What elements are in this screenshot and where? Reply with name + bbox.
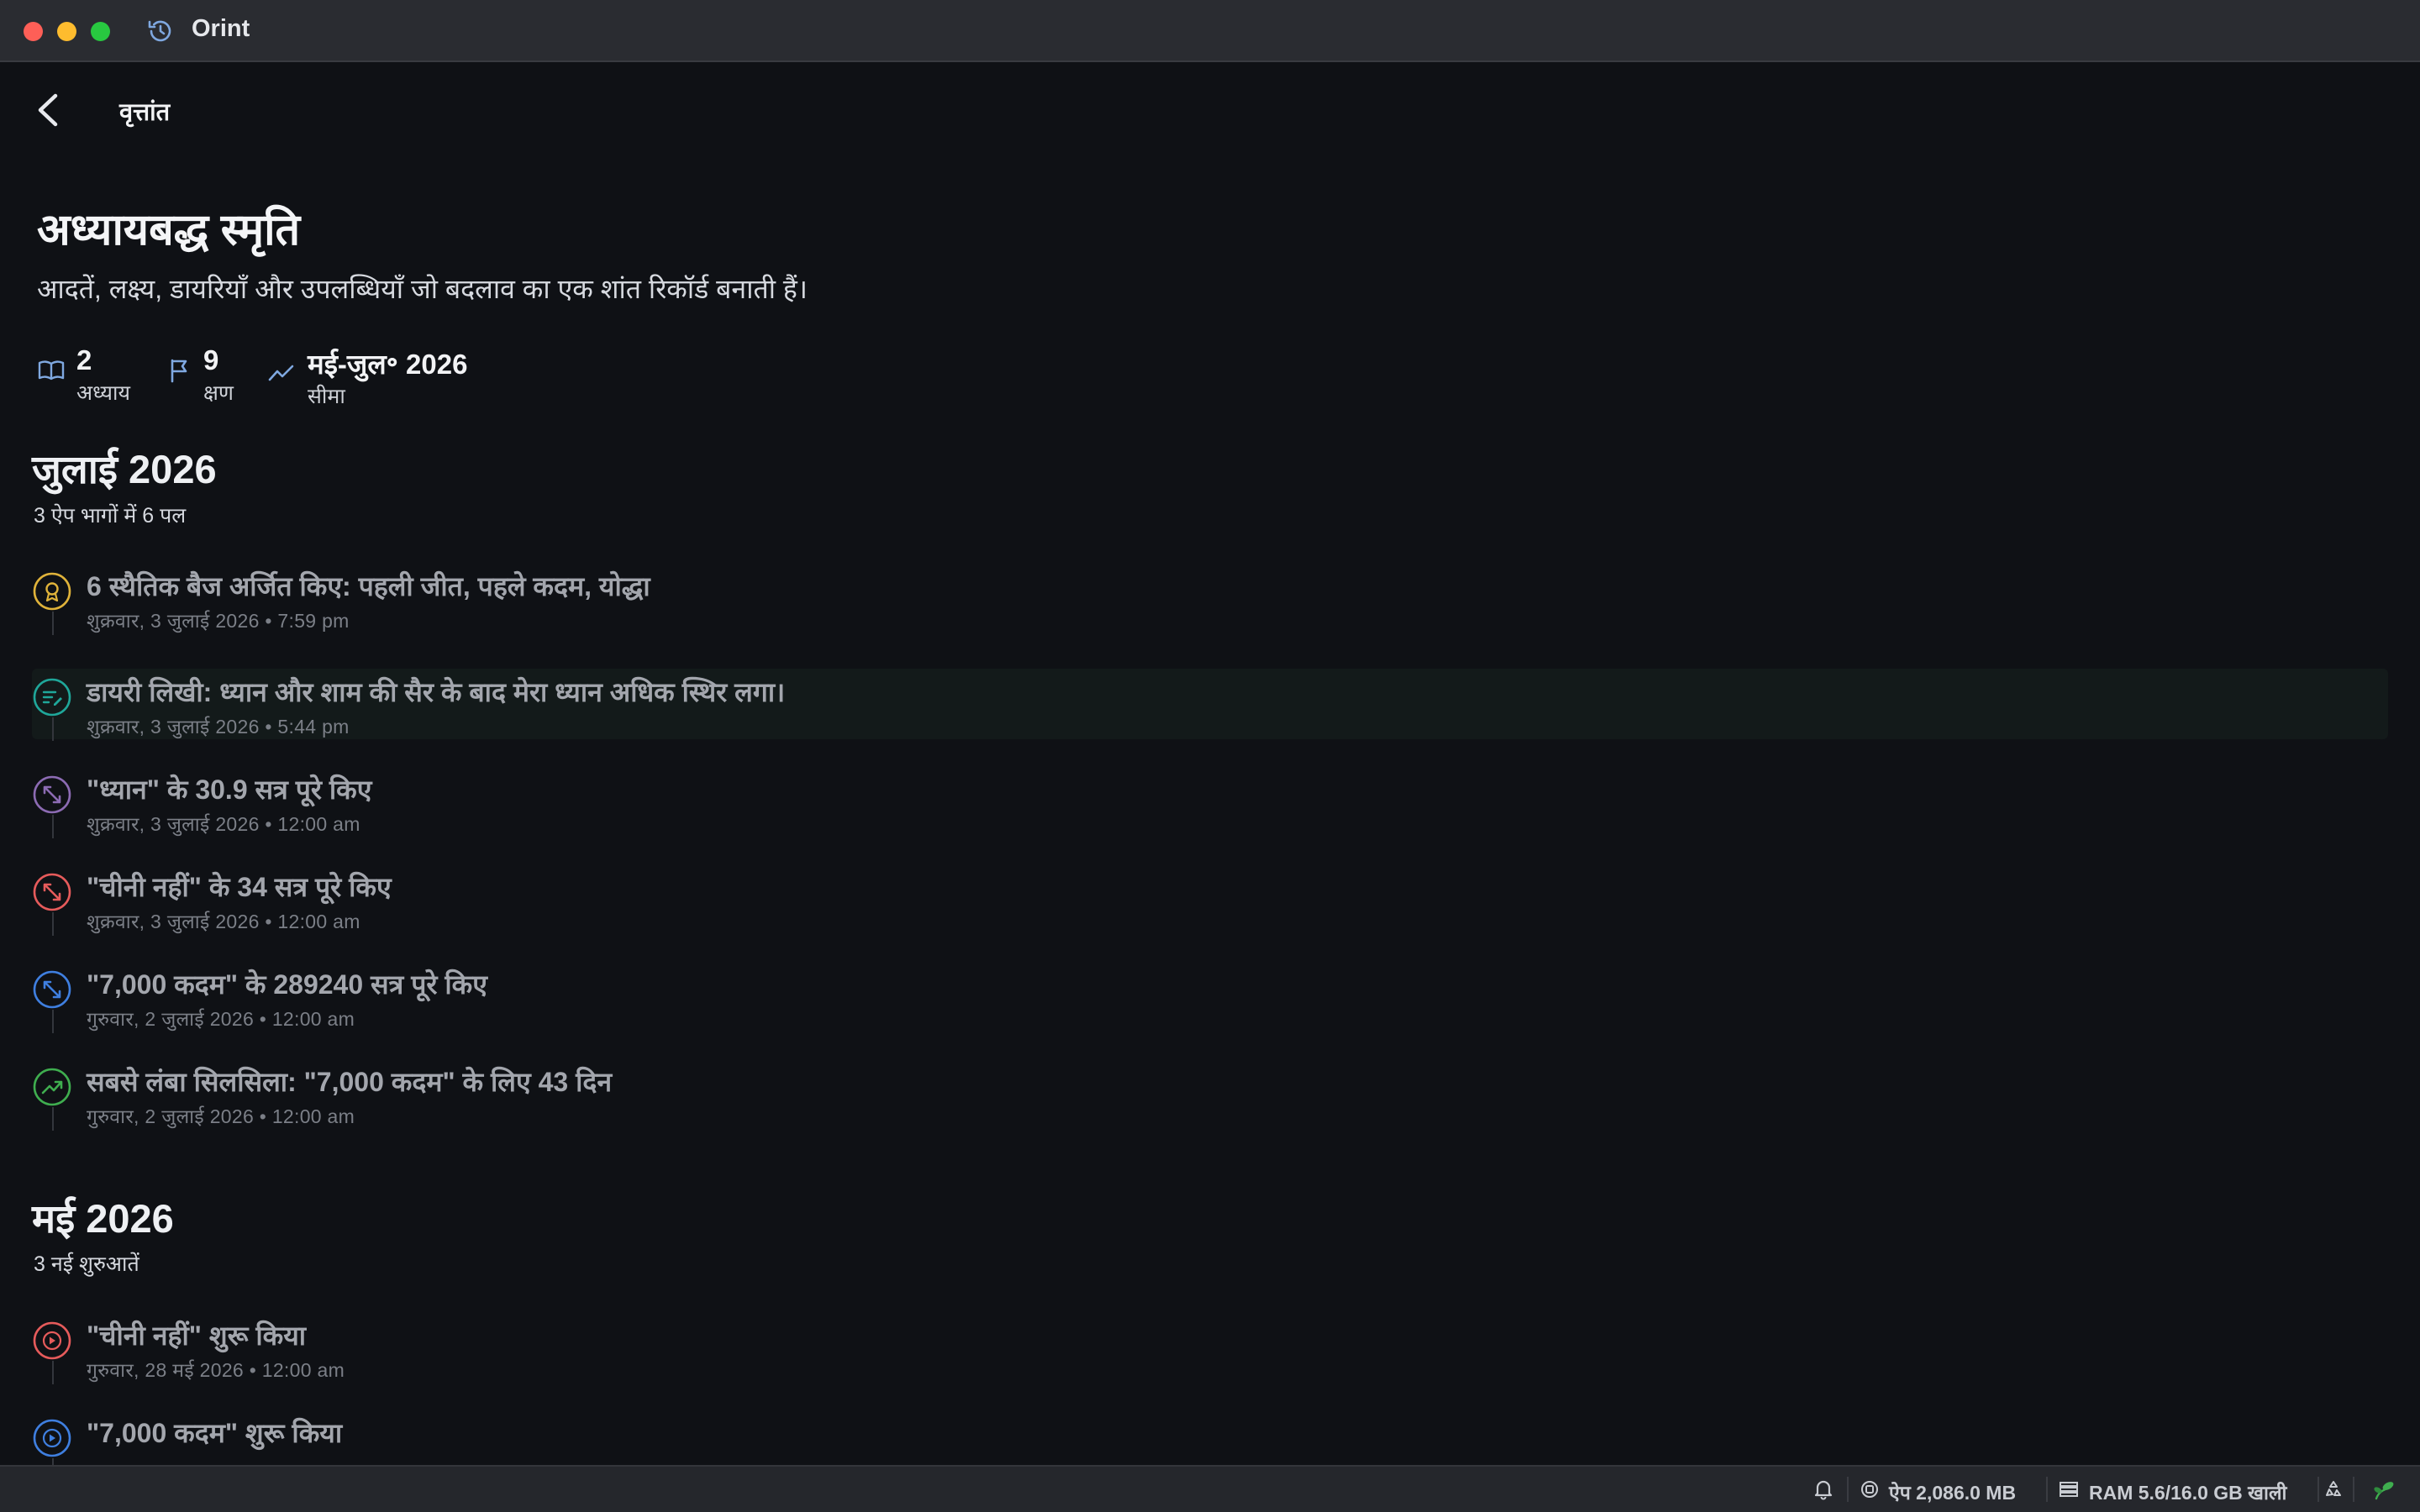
section-subtitle: 3 ऐप भागों में 6 पल (34, 504, 187, 528)
timeline-item[interactable]: "चीनी नहीं" के 34 सत्र पूरे किए शुक्रवार… (32, 864, 2388, 936)
stat-label: अध्याय (76, 381, 130, 405)
stat-label: क्षण (203, 381, 234, 405)
trend-up-icon (33, 1068, 71, 1106)
section-subtitle: 3 नई शुरुआतें (34, 1252, 139, 1276)
timeline-connector (52, 1361, 54, 1384)
item-title: "ध्यान" के 30.9 सत्र पूरे किए (87, 774, 372, 805)
status-divider (2317, 1477, 2319, 1502)
close-window-button[interactable] (24, 22, 43, 41)
status-divider (2353, 1477, 2354, 1502)
page-title: अध्यायबद्ध स्मृति (37, 206, 301, 255)
bell-icon[interactable] (1812, 1478, 1834, 1500)
back-button[interactable] (30, 89, 67, 131)
item-date: शुक्रवार, 3 जुलाई 2026 • 5:44 pm (87, 716, 350, 738)
arrows-icon (33, 873, 71, 911)
item-title: "चीनी नहीं" शुरू किया (87, 1320, 307, 1351)
timeline-connector (52, 1458, 54, 1465)
item-date: गुरुवार, 2 जुलाई 2026 • 12:00 am (87, 1105, 355, 1127)
ram-readout: RAM 5.6/16.0 GB खाली (2089, 1482, 2287, 1504)
nav-title: वृत्तांत (119, 99, 171, 126)
app-title: Orint (192, 15, 250, 42)
timeline-connector (52, 612, 54, 635)
section-title: जुलाई 2026 (32, 447, 217, 491)
timeline-connector (52, 1107, 54, 1131)
cpu-icon (1861, 1481, 1878, 1498)
timeline-item[interactable]: डायरी लिखी: ध्यान और शाम की सैर के बाद म… (32, 669, 2388, 741)
stat-label: सीमा (308, 385, 345, 408)
item-date: शुक्रवार, 3 जुलाई 2026 • 12:00 am (87, 813, 360, 835)
journal-icon (33, 678, 71, 717)
status-divider (1847, 1477, 1849, 1502)
memory-icon (2060, 1482, 2078, 1497)
section-title: मई 2026 (32, 1196, 174, 1241)
timeline-connector (52, 717, 54, 741)
status-bar: ऐप 2,086.0 MB RAM 5.6/16.0 GB खाली (0, 1465, 2420, 1512)
item-title: सबसे लंबा सिलसिला: "7,000 कदम" के लिए 43… (87, 1067, 613, 1097)
item-title: डायरी लिखी: ध्यान और शाम की सैर के बाद म… (87, 677, 786, 707)
page-subtitle: आदतें, लक्ष्य, डायरियाँ और उपलब्धियाँ जो… (37, 274, 808, 304)
title-bar: Orint (0, 0, 2420, 62)
flag-icon (171, 359, 187, 383)
timeline-connector (52, 815, 54, 838)
timeline-connector (52, 1010, 54, 1033)
recycle-icon[interactable] (2323, 1478, 2344, 1500)
item-title: 6 स्थैतिक बैज अर्जित किए: पहली जीत, पहले… (87, 571, 650, 601)
app-memory-readout: ऐप 2,086.0 MB (1889, 1482, 2017, 1504)
badge-icon (33, 572, 71, 611)
play-icon (33, 1419, 71, 1457)
play-icon (33, 1321, 71, 1360)
arrows-icon (33, 775, 71, 814)
arrows-icon (33, 970, 71, 1009)
timeline-item[interactable]: "7,000 कदम" शुरू किया (32, 1410, 2388, 1465)
item-date: गुरुवार, 28 मई 2026 • 12:00 am (87, 1359, 345, 1381)
history-icon (148, 20, 171, 42)
stat-value: 2 (76, 344, 92, 375)
timeline-item[interactable]: "ध्यान" के 30.9 सत्र पूरे किए शुक्रवार, … (32, 766, 2388, 838)
item-title: "7,000 कदम" शुरू किया (87, 1418, 343, 1448)
item-date: शुक्रवार, 3 जुलाई 2026 • 7:59 pm (87, 610, 350, 632)
timeline-item[interactable]: 6 स्थैतिक बैज अर्जित किए: पहली जीत, पहले… (32, 563, 2388, 635)
item-date: गुरुवार, 2 जुलाई 2026 • 12:00 am (87, 1008, 355, 1030)
item-title: "7,000 कदम" के 289240 सत्र पूरे किए (87, 969, 487, 1000)
status-divider (2046, 1477, 2048, 1502)
timeline-item[interactable]: "चीनी नहीं" शुरू किया गुरुवार, 28 मई 202… (32, 1312, 2388, 1384)
stat-value: मई-जुल॰ 2026 (308, 349, 468, 380)
open-book-icon (38, 360, 65, 381)
timeline-item[interactable]: सबसे लंबा सिलसिला: "7,000 कदम" के लिए 43… (32, 1058, 2388, 1131)
stat-value: 9 (203, 344, 219, 375)
item-date: शुक्रवार, 3 जुलाई 2026 • 12:00 am (87, 911, 360, 932)
trend-icon (268, 365, 294, 381)
timeline-connector (52, 912, 54, 936)
leaf-sprout-icon[interactable] (2370, 1478, 2396, 1500)
zoom-window-button[interactable] (91, 22, 110, 41)
minimize-window-button[interactable] (57, 22, 76, 41)
timeline-item[interactable]: "7,000 कदम" के 289240 सत्र पूरे किए गुरु… (32, 961, 2388, 1033)
item-title: "चीनी नहीं" के 34 सत्र पूरे किए (87, 872, 392, 902)
